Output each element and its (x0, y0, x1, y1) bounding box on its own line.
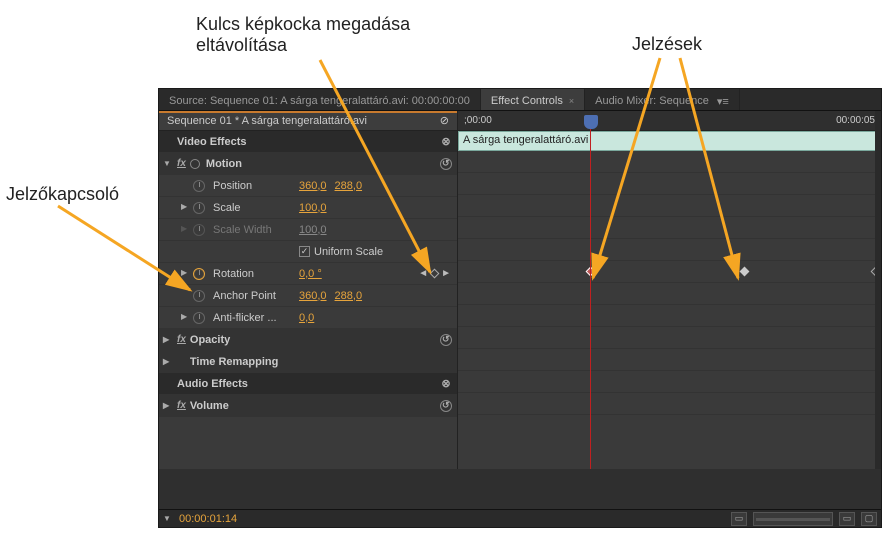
row-antiflicker: ▶ Anti-flicker ... 0,0 (159, 307, 457, 329)
chevron-right-icon[interactable]: ▶ (181, 202, 191, 214)
right-edge (875, 111, 881, 469)
row-rotation: ▶ Rotation 0,0 ° ◄ ► (159, 263, 457, 285)
position-x[interactable]: 360,0 (299, 180, 327, 192)
video-effects-header: Video Effects ⊗ (159, 131, 457, 153)
audio-effects-header: Audio Effects ⊗ (159, 373, 457, 395)
next-keyframe-icon[interactable]: ► (441, 268, 451, 279)
chevron-down-icon[interactable]: ▼ (163, 159, 173, 168)
stopwatch-icon[interactable] (193, 180, 205, 192)
annotation-markers: Jelzések (632, 34, 702, 55)
scale-value[interactable]: 100,0 (299, 202, 327, 214)
row-anchor: Anchor Point 360,0 288,0 (159, 285, 457, 307)
annotation-keyframe: Kulcs képkocka megadása eltávolítása (196, 14, 410, 56)
stopwatch-on-icon[interactable] (193, 268, 205, 280)
tab-bar: Source: Sequence 01: A sárga tengeralatt… (159, 89, 881, 111)
panel-menu-icon[interactable]: ▾≡ (717, 95, 729, 108)
fx-badge: fx (177, 334, 186, 345)
playhead[interactable] (590, 129, 591, 469)
time-start: ;00:00 (464, 115, 492, 126)
chevron-right-icon: ▶ (181, 224, 191, 236)
row-position: Position 360,0 288,0 (159, 175, 457, 197)
rotation-track[interactable] (458, 261, 881, 283)
fx-badge: fx (177, 400, 186, 411)
sequence-title: Sequence 01 * A sárga tengeralattáró.avi (167, 115, 367, 127)
tab-effect-controls[interactable]: Effect Controls× (481, 89, 585, 110)
chevron-right-icon[interactable]: ▶ (163, 357, 173, 366)
tab-audio-mixer[interactable]: Audio Mixer: Sequence▾≡ (585, 89, 740, 110)
scale-width-value: 100,0 (299, 224, 327, 236)
timeline-rows (458, 151, 881, 415)
motion-header[interactable]: ▼ fx Motion (159, 153, 457, 175)
effect-reset-target-icon[interactable] (190, 159, 200, 169)
effect-controls-panel: Source: Sequence 01: A sárga tengeralatt… (158, 88, 882, 528)
antiflicker-value[interactable]: 0,0 (299, 312, 314, 324)
time-remapping-header[interactable]: ▶ fx Time Remapping (159, 351, 457, 373)
playhead-handle-icon[interactable] (584, 115, 598, 129)
fx-badge: fx (177, 158, 186, 169)
uniform-scale-checkbox[interactable]: ✓ (299, 246, 310, 257)
chevron-down-icon[interactable]: ▼ (163, 514, 173, 523)
row-uniform-scale: ✓ Uniform Scale (159, 241, 457, 263)
collapse-video-icon[interactable]: ⊗ (435, 135, 457, 148)
footer-tool-icon[interactable]: ▢ (861, 512, 877, 526)
keyframe-marker-icon[interactable] (740, 267, 750, 277)
chevron-right-icon[interactable]: ▶ (181, 268, 191, 280)
timeline-area[interactable]: ;00:00 00:00:05 A sárga tengeralattáró.a… (457, 111, 881, 469)
annotation-toggle: Jelzőkapcsoló (6, 184, 119, 205)
content-area: Sequence 01 * A sárga tengeralattáró.avi… (159, 111, 881, 469)
anchor-y[interactable]: 288,0 (335, 290, 363, 302)
reset-icon[interactable] (440, 334, 452, 346)
zoom-in-icon[interactable]: ▭ (839, 512, 855, 526)
collapse-audio-icon[interactable]: ⊗ (435, 377, 457, 390)
rotation-value[interactable]: 0,0 ° (299, 268, 322, 280)
stopwatch-icon[interactable] (193, 312, 205, 324)
stopwatch-icon[interactable] (193, 290, 205, 302)
keyframe-nav: ◄ ► (418, 268, 457, 279)
stopwatch-icon[interactable] (193, 202, 205, 214)
anchor-x[interactable]: 360,0 (299, 290, 327, 302)
time-end: 00:00:05 (836, 115, 875, 126)
chevron-right-icon[interactable]: ▶ (163, 401, 173, 410)
zoom-slider[interactable] (753, 512, 833, 526)
footer-bar: ▼ 00:00:01:14 ▭ ▭ ▢ (159, 509, 881, 527)
clip-bar[interactable]: A sárga tengeralattáró.avi (458, 131, 881, 151)
property-list: Sequence 01 * A sárga tengeralattáró.avi… (159, 111, 457, 469)
zoom-out-icon[interactable]: ▭ (731, 512, 747, 526)
prev-keyframe-icon[interactable]: ◄ (418, 268, 428, 279)
reset-icon[interactable] (440, 400, 452, 412)
current-timecode[interactable]: 00:00:01:14 (179, 513, 237, 525)
row-scale-width: ▶ Scale Width 100,0 (159, 219, 457, 241)
toggle-timeline-icon[interactable]: ⊘ (440, 114, 449, 127)
chevron-right-icon[interactable]: ▶ (163, 335, 173, 344)
stopwatch-icon (193, 224, 205, 236)
timeline-ruler[interactable]: ;00:00 00:00:05 (458, 111, 881, 131)
reset-icon[interactable] (440, 158, 452, 170)
sequence-header: Sequence 01 * A sárga tengeralattáró.avi… (159, 111, 457, 131)
tab-source[interactable]: Source: Sequence 01: A sárga tengeralatt… (159, 89, 481, 110)
row-scale: ▶ Scale 100,0 (159, 197, 457, 219)
close-icon[interactable]: × (569, 96, 574, 106)
volume-header[interactable]: ▶ fx Volume (159, 395, 457, 417)
chevron-right-icon[interactable]: ▶ (181, 312, 191, 324)
position-y[interactable]: 288,0 (335, 180, 363, 192)
add-remove-keyframe-icon[interactable] (430, 269, 440, 279)
opacity-header[interactable]: ▶ fx Opacity (159, 329, 457, 351)
